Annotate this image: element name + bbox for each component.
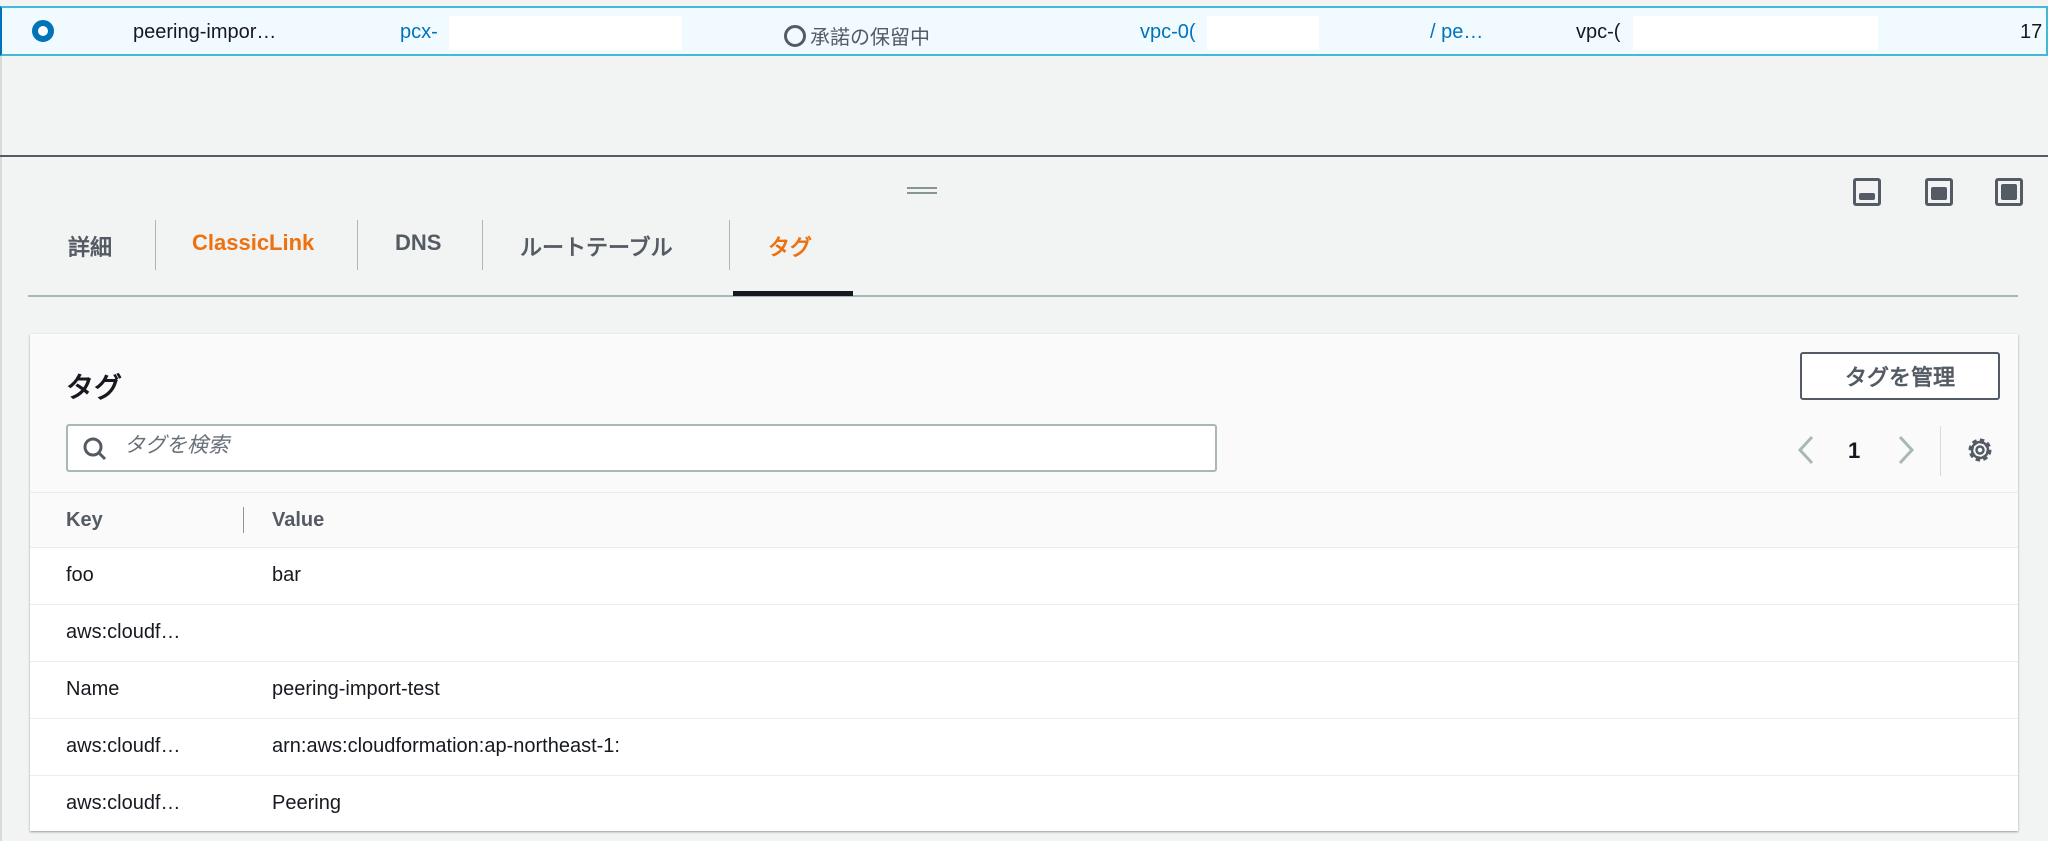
drag-handle-icon[interactable] <box>907 187 937 194</box>
requester-vpc-suffix[interactable]: / pe… <box>1430 21 1483 44</box>
table-row: aws:cloudf… arn:aws:cloudformation:ap-nor… <box>30 719 2018 776</box>
redacted <box>449 16 682 50</box>
tab-classiclink[interactable]: ClassicLink <box>192 230 314 256</box>
tab-dns[interactable]: DNS <box>395 230 441 256</box>
tab-route-tables[interactable]: ルートテーブル <box>520 230 673 262</box>
table-row: aws:cloudf… Peering <box>30 776 2018 831</box>
tab-details[interactable]: 詳細 <box>68 230 112 262</box>
table-row: Name peering-import-test <box>30 662 2018 719</box>
column-key[interactable]: Key <box>66 509 103 532</box>
accepter-vpc: vpc-( <box>1576 21 1621 43</box>
active-tab-indicator <box>733 291 853 296</box>
current-page[interactable]: 1 <box>1848 438 1860 464</box>
redacted <box>1633 16 1878 50</box>
search-input[interactable] <box>124 434 1124 458</box>
split-divider[interactable] <box>0 155 2048 157</box>
row-trailing: 17 <box>2020 21 2043 43</box>
radio-selected[interactable] <box>32 20 54 42</box>
gear-icon[interactable] <box>1966 436 1994 464</box>
table-row: foo bar <box>30 548 2018 605</box>
table-header: Key Value <box>30 492 2018 548</box>
table-row: aws:cloudf… <box>30 605 2018 662</box>
panel-bottom-icon[interactable] <box>1853 178 1881 206</box>
tag-search[interactable] <box>66 424 1217 472</box>
manage-tags-button[interactable]: タグを管理 <box>1800 352 2000 400</box>
row-name: peering-impor… <box>133 21 277 43</box>
search-icon <box>83 437 107 461</box>
panel-full-icon[interactable] <box>1995 178 2023 206</box>
selected-peering-row[interactable]: peering-impor… pcx- 承諾の保留中 vpc-0( / pe… … <box>0 6 2048 56</box>
next-page-icon[interactable] <box>1896 434 1916 466</box>
redacted <box>1207 16 1319 50</box>
column-value[interactable]: Value <box>272 509 324 532</box>
tags-container: タグ タグを管理 1 Key Value foobar aws:cloudf… … <box>30 334 2018 831</box>
edge <box>0 56 2 841</box>
tab-tags[interactable]: タグ <box>768 230 812 262</box>
status: 承諾の保留中 <box>784 21 930 50</box>
prev-page-icon[interactable] <box>1796 434 1816 466</box>
requester-vpc-link[interactable]: vpc-0( <box>1140 21 1196 44</box>
tags-heading: タグ <box>66 372 123 403</box>
peering-id-link[interactable]: pcx- <box>400 21 438 44</box>
clock-icon <box>784 25 806 47</box>
panel-half-icon[interactable] <box>1925 178 1953 206</box>
